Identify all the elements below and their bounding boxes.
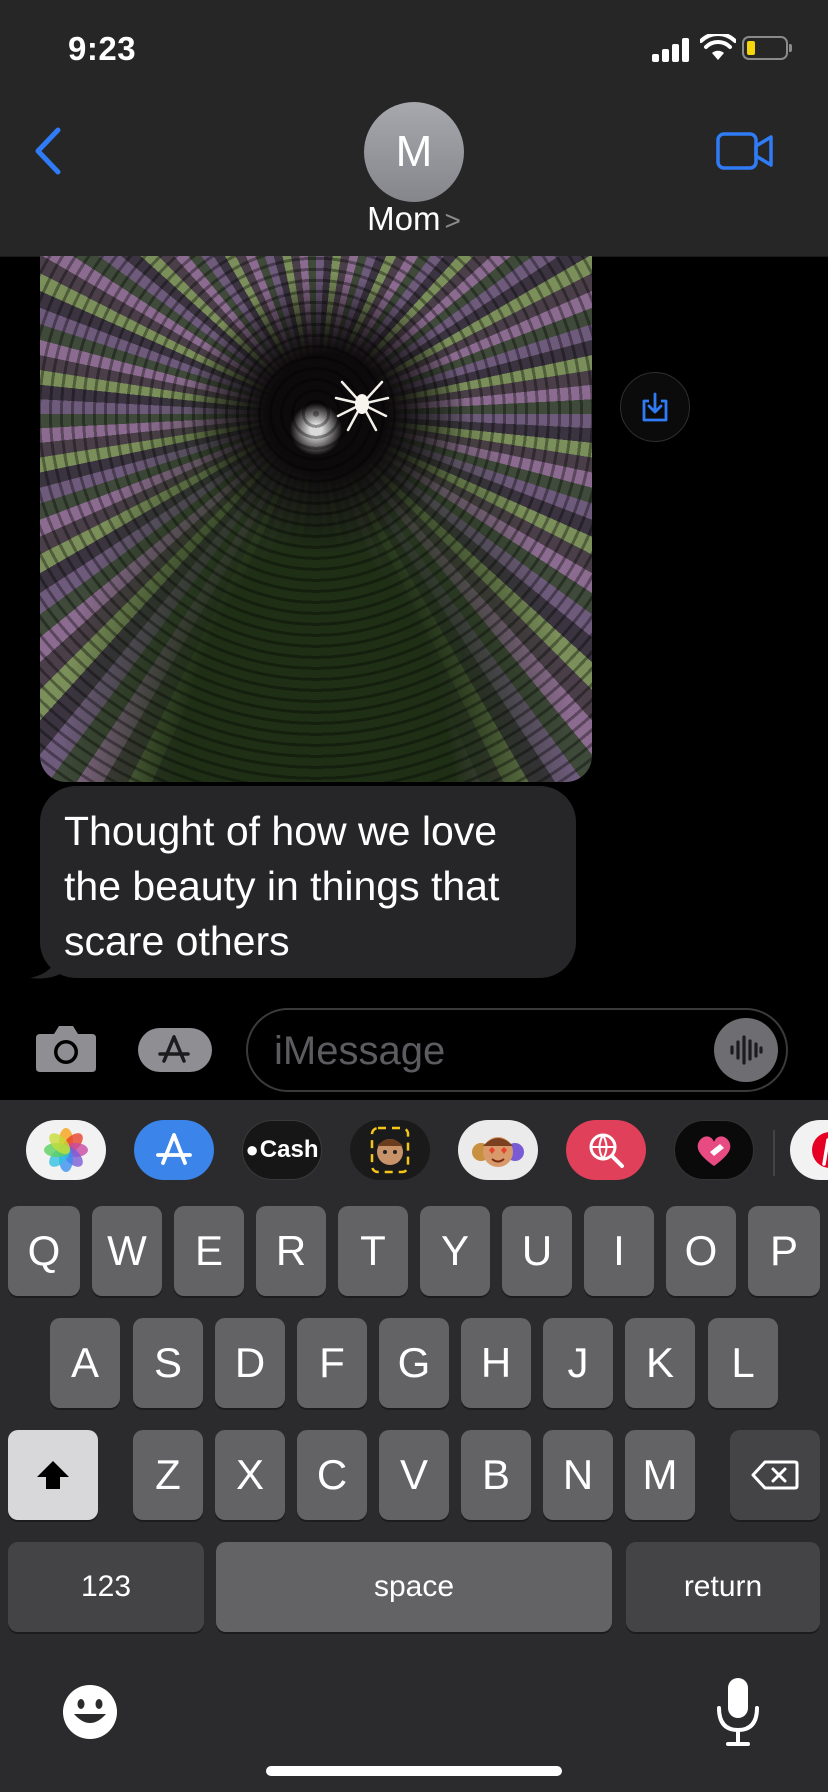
key-q[interactable]: Q — [8, 1206, 80, 1296]
memoji-stickers-app-button[interactable] — [350, 1120, 430, 1180]
spider-figure — [334, 380, 390, 432]
animoji-app-button[interactable] — [458, 1120, 538, 1180]
pinterest-app-button[interactable] — [790, 1120, 828, 1180]
status-time: 9:23 — [68, 30, 137, 67]
space-key[interactable]: space — [216, 1542, 612, 1632]
key-l[interactable]: L — [708, 1318, 778, 1408]
key-d[interactable]: D — [215, 1318, 285, 1408]
key-s[interactable]: S — [133, 1318, 203, 1408]
save-image-button[interactable] — [620, 372, 690, 442]
download-icon — [642, 392, 668, 422]
key-k[interactable]: K — [625, 1318, 695, 1408]
shift-key[interactable] — [8, 1430, 98, 1520]
facetime-video-button[interactable] — [716, 130, 774, 172]
photos-app-button[interactable] — [26, 1120, 106, 1180]
return-key[interactable]: return — [626, 1542, 820, 1632]
globe-search-icon — [589, 1133, 624, 1168]
key-c[interactable]: C — [297, 1430, 367, 1520]
message-input[interactable] — [272, 1024, 696, 1078]
message-bubble[interactable]: Thought of how we love the beauty in thi… — [40, 786, 576, 978]
key-n[interactable]: N — [543, 1430, 613, 1520]
conversation-header: 9:23 M Mom > — [0, 0, 828, 257]
key-a[interactable]: A — [50, 1318, 120, 1408]
home-indicator — [266, 1766, 562, 1776]
key-r[interactable]: R — [256, 1206, 326, 1296]
dictation-microphone-button[interactable] — [714, 1676, 762, 1748]
key-v[interactable]: V — [379, 1430, 449, 1520]
digital-touch-app-button[interactable] — [674, 1120, 754, 1180]
message-text: Thought of how we love the beauty in thi… — [64, 808, 500, 964]
apple-cash-label: Cash — [259, 1136, 319, 1163]
key-m[interactable]: M — [625, 1430, 695, 1520]
battery-icon — [742, 36, 792, 60]
avatar-initial: M — [395, 127, 433, 176]
backspace-icon — [751, 1460, 799, 1490]
key-w[interactable]: W — [92, 1206, 162, 1296]
heart-touch-icon — [697, 1136, 731, 1166]
key-p[interactable]: P — [748, 1206, 820, 1296]
emoji-keyboard-button[interactable] — [60, 1682, 120, 1742]
audio-message-button[interactable] — [714, 1018, 778, 1082]
imessage-app-drawer: ● Cash — [0, 1100, 828, 1204]
key-x[interactable]: X — [215, 1430, 285, 1520]
app-store-app-button[interactable] — [134, 1120, 214, 1180]
app-store-icon — [158, 1035, 190, 1063]
waveform-icon — [730, 1035, 763, 1065]
key-i[interactable]: I — [584, 1206, 654, 1296]
key-b[interactable]: B — [461, 1430, 531, 1520]
contact-name[interactable]: Mom > — [0, 200, 828, 238]
key-u[interactable]: U — [502, 1206, 572, 1296]
drawer-divider — [773, 1130, 775, 1176]
key-h[interactable]: H — [461, 1318, 531, 1408]
app-store-icon — [156, 1133, 192, 1165]
cellular-signal-icon — [652, 38, 696, 62]
key-z[interactable]: Z — [133, 1430, 203, 1520]
key-e[interactable]: E — [174, 1206, 244, 1296]
key-g[interactable]: G — [379, 1318, 449, 1408]
apple-cash-app-button[interactable]: ● Cash — [242, 1120, 322, 1180]
numbers-key[interactable]: 123 — [8, 1542, 204, 1632]
imessage-compose-field[interactable] — [246, 1008, 788, 1092]
contact-avatar[interactable]: M — [364, 102, 464, 202]
app-store-drawer-button[interactable] — [138, 1028, 212, 1072]
key-o[interactable]: O — [666, 1206, 736, 1296]
web-images-search-app-button[interactable] — [566, 1120, 646, 1180]
key-y[interactable]: Y — [420, 1206, 490, 1296]
memoji-face-icon — [370, 1126, 410, 1174]
pinterest-icon — [812, 1132, 828, 1168]
camera-button[interactable] — [34, 1022, 98, 1074]
key-j[interactable]: J — [543, 1318, 613, 1408]
image-message-spider-web[interactable] — [40, 256, 592, 782]
shift-arrow-icon — [37, 1461, 69, 1489]
key-t[interactable]: T — [338, 1206, 408, 1296]
wifi-icon — [700, 34, 736, 60]
delete-key[interactable] — [730, 1430, 820, 1520]
memoji-heart-eyes-icon — [472, 1137, 524, 1167]
photos-icon — [44, 1128, 88, 1172]
contact-name-label: Mom — [367, 200, 441, 237]
back-button[interactable] — [28, 124, 68, 178]
key-f[interactable]: F — [297, 1318, 367, 1408]
chevron-right-icon: > — [444, 205, 461, 236]
apple-logo-icon: ● — [245, 1137, 259, 1162]
